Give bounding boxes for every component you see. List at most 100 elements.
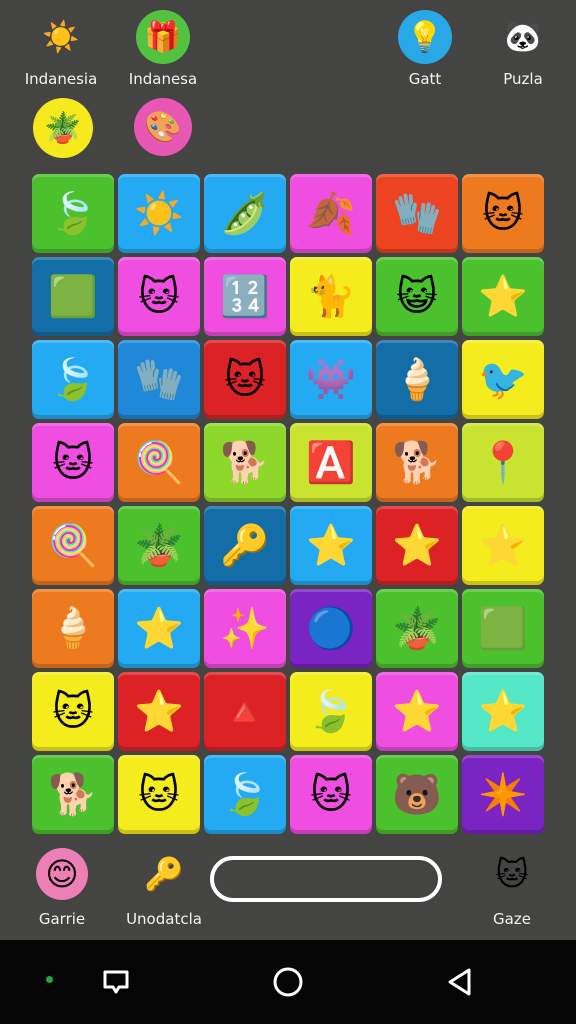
green-square-icon: 🟩 [478, 606, 528, 652]
tile-r1c1[interactable]: 🍃 [32, 174, 114, 253]
white-bear-icon: 🐻 [392, 772, 442, 818]
top-icon-gatt[interactable]: 💡 Gatt [370, 10, 480, 88]
black-dog-icon: 🐕 [48, 772, 98, 818]
tile-r1c2[interactable]: ☀️ [118, 174, 200, 253]
tile-r8c6[interactable]: ✴️ [462, 755, 544, 834]
blue-cat-icon: 🐱 [310, 771, 352, 818]
tile-r6c1[interactable]: 🍦 [32, 589, 114, 668]
bottom-icon-label: Gaze [493, 910, 531, 928]
bottom-icon-unodatcla[interactable]: 🔑 Unodatcla [104, 848, 224, 928]
tile-r6c5[interactable]: 🪴 [376, 589, 458, 668]
tile-r5c3[interactable]: 🔑 [204, 506, 286, 585]
bottom-icon-label: Unodatcla [126, 910, 202, 928]
back-icon [448, 968, 471, 996]
tile-r2c1[interactable]: 🟩 [32, 257, 114, 336]
top-icon-label: Gatt [408, 70, 442, 88]
orange-pin-icon: 📍 [478, 440, 528, 486]
blue-ring-icon: 🔵 [306, 606, 356, 652]
potted-plant-icon: 🪴 [392, 606, 442, 652]
lightbulb-icon: 💡 [398, 10, 452, 64]
tile-r2c6[interactable]: ⭐ [462, 257, 544, 336]
tile-r7c4[interactable]: 🍃 [290, 672, 372, 751]
bird-icon: 🐦 [478, 357, 528, 403]
tile-r5c2[interactable]: 🪴 [118, 506, 200, 585]
tile-r5c4[interactable]: ⭐ [290, 506, 372, 585]
tile-r5c5[interactable]: ⭐ [376, 506, 458, 585]
tile-r7c1[interactable]: 🐱 [32, 672, 114, 751]
orange-triangle-icon: 🔺 [220, 689, 270, 735]
tile-r5c6[interactable]: ⭐ [462, 506, 544, 585]
tile-r2c4[interactable]: 🐈 [290, 257, 372, 336]
bottom-icon-gaze[interactable]: 🐱 Gaze [452, 848, 572, 928]
red-panda-icon: 🐼 [504, 19, 542, 55]
pink-cat-icon: 🐈 [306, 274, 356, 320]
tile-r1c4[interactable]: 🍂 [290, 174, 372, 253]
tile-r7c6[interactable]: ⭐ [462, 672, 544, 751]
yellow-leaf-icon: 🍂 [306, 191, 356, 237]
top-icon-label: Puzla [503, 70, 543, 88]
green-leaf-icon: 🍃 [220, 772, 270, 818]
pink-face-icon: 😊 [36, 848, 88, 900]
sun-icon: ☀️ [134, 191, 184, 237]
top-icon-label: Indanesia [24, 70, 98, 88]
tile-r2c3[interactable]: 🔢 [204, 257, 286, 336]
top-icon-plant[interactable]: 🪴 [8, 98, 118, 158]
purple-cone-icon: 🍦 [48, 606, 98, 652]
tile-r8c1[interactable]: 🐕 [32, 755, 114, 834]
tile-r4c6[interactable]: 📍 [462, 423, 544, 502]
tile-r4c4[interactable]: 🅰️ [290, 423, 372, 502]
recent-apps-button[interactable] [96, 962, 136, 1002]
tile-r6c2[interactable]: ⭐ [118, 589, 200, 668]
progress-pill[interactable] [210, 856, 442, 902]
leaf-icon: 🍃 [48, 191, 98, 237]
blue-key-icon: 🔑 [220, 523, 270, 569]
bottom-icon-label: Garrie [38, 910, 86, 928]
tile-r7c2[interactable]: ⭐ [118, 672, 200, 751]
tabby-cat-icon: 🐱 [138, 771, 180, 818]
yellow-star-icon: ⭐ [306, 523, 356, 569]
back-button[interactable] [440, 962, 480, 1002]
tile-r4c1[interactable]: 🐱 [32, 423, 114, 502]
yellow-star-icon: ⭐ [134, 689, 184, 735]
tile-r3c3[interactable]: 🐱 [204, 340, 286, 419]
brown-dog-icon: 🐕 [220, 440, 270, 486]
tile-r6c3[interactable]: ✨ [204, 589, 286, 668]
purple-star-icon: ⭐ [392, 689, 442, 735]
top-icon-puzla[interactable]: 🐼 Puzla [468, 10, 576, 89]
pink-cat-face-icon: 😺 [396, 273, 438, 320]
tile-r5c1[interactable]: 🍭 [32, 506, 114, 585]
tile-r8c4[interactable]: 🐱 [290, 755, 372, 834]
top-icon-indanesia[interactable]: ☀️ Indanesia [6, 10, 116, 89]
tile-r2c5[interactable]: 😺 [376, 257, 458, 336]
tile-r3c5[interactable]: 🍦 [376, 340, 458, 419]
tile-r7c5[interactable]: ⭐ [376, 672, 458, 751]
green-leaf-icon: 🍃 [48, 357, 98, 403]
tile-r3c6[interactable]: 🐦 [462, 340, 544, 419]
tile-r8c3[interactable]: 🍃 [204, 755, 286, 834]
tile-r4c3[interactable]: 🐕 [204, 423, 286, 502]
orange-cat-icon: 🐱 [138, 273, 180, 320]
tile-r3c2[interactable]: 🧤 [118, 340, 200, 419]
tile-r7c3[interactable]: 🔺 [204, 672, 286, 751]
potted-plant-icon: 🪴 [33, 98, 93, 158]
top-icon-pink-blob[interactable]: 🎨 [108, 98, 218, 156]
tile-r6c6[interactable]: 🟩 [462, 589, 544, 668]
calico-cat-icon: 🐱 [52, 439, 94, 486]
tile-r1c5[interactable]: 🧤 [376, 174, 458, 253]
top-icon-indanesa[interactable]: 🎁 Indanesa [108, 10, 218, 88]
green-leaf-icon: 🍃 [306, 689, 356, 735]
tile-r8c5[interactable]: 🐻 [376, 755, 458, 834]
tile-r6c4[interactable]: 🔵 [290, 589, 372, 668]
letter-a-icon: 🅰️ [306, 440, 356, 486]
game-board: 🍃 ☀️ 🫛 🍂 🧤 🐱 🟩 🐱 🔢 🐈 😺 ⭐ 🍃 🧤 🐱 👾 🍦 🐦 🐱 🍭 🐕 🅰️ 🐕 📍 🍭 🪴 🔑 ⭐ ⭐ ⭐ 🍦 ⭐ ✨ 🔵 🪴 🟩 🐱 ⭐… [32, 174, 544, 834]
tile-r8c2[interactable]: 🐱 [118, 755, 200, 834]
tile-r1c6[interactable]: 🐱 [462, 174, 544, 253]
home-button[interactable] [268, 962, 308, 1002]
tile-r2c2[interactable]: 🐱 [118, 257, 200, 336]
tile-r1c3[interactable]: 🫛 [204, 174, 286, 253]
tile-r3c1[interactable]: 🍃 [32, 340, 114, 419]
tile-r4c5[interactable]: 🐕 [376, 423, 458, 502]
tile-r3c4[interactable]: 👾 [290, 340, 372, 419]
tile-r4c2[interactable]: 🍭 [118, 423, 200, 502]
pink-blob-icon: 👾 [306, 357, 356, 403]
